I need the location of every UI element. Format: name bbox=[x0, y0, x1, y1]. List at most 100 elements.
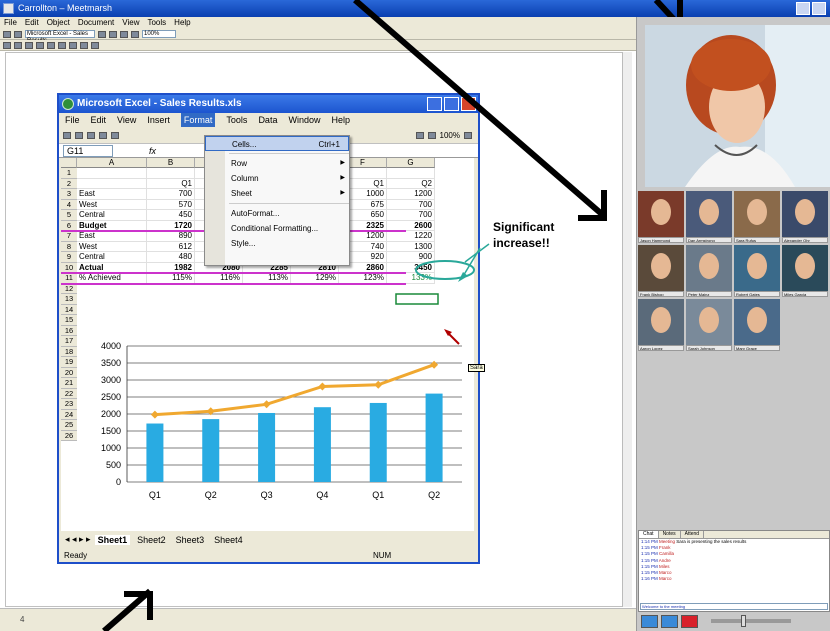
row-header[interactable]: 1 bbox=[61, 168, 77, 179]
print-icon[interactable] bbox=[99, 131, 107, 139]
excel-menu-window[interactable]: Window bbox=[288, 113, 320, 127]
table-cell[interactable]: East bbox=[77, 231, 147, 242]
row-header[interactable]: 22 bbox=[61, 388, 77, 399]
next-page-icon[interactable] bbox=[109, 30, 117, 38]
participant-name[interactable]: Miles Garcia bbox=[782, 291, 828, 297]
row-header[interactable]: 8 bbox=[61, 241, 77, 252]
row-header[interactable]: 20 bbox=[61, 367, 77, 378]
table-cell[interactable]: 700 bbox=[387, 199, 435, 210]
menu-document[interactable]: Document bbox=[78, 17, 114, 29]
row-header[interactable]: 2 bbox=[61, 178, 77, 189]
table-cell[interactable]: West bbox=[77, 241, 147, 252]
zoom-combo[interactable]: 100% bbox=[142, 30, 176, 38]
table-cell[interactable]: 612 bbox=[147, 241, 195, 252]
tab-chat[interactable]: Chat bbox=[639, 531, 659, 538]
sheet-tab-4[interactable]: Sheet4 bbox=[211, 535, 246, 545]
participant-name[interactable]: Dan Armstrong bbox=[686, 237, 732, 243]
excel-menu-insert[interactable]: Insert bbox=[147, 113, 170, 127]
menu-view[interactable]: View bbox=[122, 17, 139, 29]
participant-video[interactable] bbox=[782, 245, 828, 292]
participant-video[interactable] bbox=[686, 191, 732, 238]
excel-menu-help[interactable]: Help bbox=[331, 113, 350, 127]
participant-video[interactable] bbox=[734, 191, 780, 238]
excel-close-button[interactable] bbox=[461, 97, 476, 111]
column-header-b[interactable]: B bbox=[147, 158, 195, 168]
row-header[interactable]: 13 bbox=[61, 294, 77, 305]
excel-menu-edit[interactable]: Edit bbox=[91, 113, 107, 127]
menu-edit[interactable]: Edit bbox=[25, 17, 39, 29]
format-menu-item[interactable]: Row ▶ bbox=[205, 156, 349, 171]
table-cell[interactable] bbox=[147, 168, 195, 179]
excel-menu-file[interactable]: File bbox=[65, 113, 80, 127]
chart-wizard-icon[interactable] bbox=[427, 131, 436, 139]
participant-name[interactable]: Sarah Johnson bbox=[686, 345, 732, 351]
excel-window[interactable]: Microsoft Excel - Sales Results.xls File… bbox=[57, 93, 490, 564]
format-menu-item[interactable]: AutoFormat... bbox=[205, 206, 349, 221]
chat-panel[interactable]: Chat Notes Attend 1:14 PM Meeting Sara i… bbox=[638, 530, 830, 612]
table-cell[interactable]: Central bbox=[77, 252, 147, 263]
name-box[interactable]: G11 bbox=[63, 144, 113, 157]
format-menu-dropdown[interactable]: Cells... Ctrl+1 Row ▶ Column ▶ Sheet ▶ AutoForma… bbox=[204, 135, 350, 266]
table-cell[interactable] bbox=[387, 168, 435, 179]
volume-slider[interactable] bbox=[711, 615, 791, 627]
pointer-tool-icon[interactable] bbox=[3, 41, 11, 49]
excel-menu-tools[interactable]: Tools bbox=[226, 113, 247, 127]
participant-video[interactable] bbox=[734, 245, 780, 292]
excel-minimize-button[interactable] bbox=[427, 97, 442, 111]
table-cell[interactable]: 700 bbox=[387, 210, 435, 221]
table-cell[interactable] bbox=[77, 178, 147, 189]
minimize-button[interactable] bbox=[796, 2, 810, 15]
close-button[interactable] bbox=[812, 2, 826, 15]
camera-button[interactable] bbox=[641, 614, 658, 628]
participant-video[interactable] bbox=[638, 245, 684, 292]
table-cell[interactable]: 890 bbox=[147, 231, 195, 242]
table-cell[interactable]: 700 bbox=[147, 189, 195, 200]
table-cell[interactable]: 480 bbox=[147, 252, 195, 263]
zoom-in-icon[interactable] bbox=[120, 30, 128, 38]
open-icon[interactable] bbox=[3, 30, 11, 38]
participant-name[interactable]: Peter Mainz bbox=[686, 291, 732, 297]
participant-name[interactable]: Sara Rufus bbox=[734, 237, 780, 243]
ellipse-tool-icon[interactable] bbox=[58, 41, 66, 49]
sheet-nav-arrows[interactable]: ◂ ◂ ▸ ▸ bbox=[65, 534, 91, 545]
color-picker-icon[interactable] bbox=[91, 41, 99, 49]
table-cell[interactable]: 1220 bbox=[387, 231, 435, 242]
microphone-button[interactable] bbox=[661, 614, 678, 628]
table-cell[interactable]: Q2 bbox=[387, 178, 435, 189]
chat-input[interactable]: Welcome to the meeting bbox=[640, 603, 828, 610]
arrow-tool-icon[interactable] bbox=[36, 41, 44, 49]
table-cell[interactable] bbox=[77, 168, 147, 179]
participant-name[interactable]: Aaron Lopez bbox=[638, 345, 684, 351]
tab-notes[interactable]: Notes bbox=[659, 531, 681, 538]
row-header[interactable]: 9 bbox=[61, 252, 77, 263]
tab-attend[interactable]: Attend bbox=[681, 531, 705, 538]
row-header[interactable]: 7 bbox=[61, 231, 77, 242]
participant-video[interactable] bbox=[638, 191, 684, 238]
table-cell[interactable]: West bbox=[77, 199, 147, 210]
row-header[interactable]: 18 bbox=[61, 346, 77, 357]
excel-maximize-button[interactable] bbox=[444, 97, 459, 111]
participant-video[interactable] bbox=[638, 299, 684, 346]
row-header[interactable]: 3 bbox=[61, 189, 77, 200]
line-tool-icon[interactable] bbox=[25, 41, 33, 49]
sort-icon[interactable] bbox=[415, 131, 424, 139]
volume-slider-knob[interactable] bbox=[741, 615, 746, 627]
participant-name[interactable]: Frank Bishop bbox=[638, 291, 684, 297]
table-cell[interactable]: Central bbox=[77, 210, 147, 221]
canvas-scrollbar[interactable] bbox=[622, 52, 632, 607]
participant-name[interactable]: Alexander Ohr bbox=[782, 237, 828, 243]
row-header[interactable]: 26 bbox=[61, 430, 77, 441]
format-menu-item[interactable]: Style... bbox=[205, 236, 349, 251]
format-menu-item[interactable]: Column ▶ bbox=[205, 171, 349, 186]
row-header[interactable]: 24 bbox=[61, 409, 77, 420]
row-header[interactable]: 16 bbox=[61, 325, 77, 336]
sheet-tab-1[interactable]: Sheet1 bbox=[94, 534, 131, 545]
excel-zoom[interactable]: 100% bbox=[440, 131, 460, 140]
table-cell[interactable]: 570 bbox=[147, 199, 195, 210]
rectangle-tool-icon[interactable] bbox=[47, 41, 55, 49]
participant-name[interactable]: Robert Gates bbox=[734, 291, 780, 297]
new-icon[interactable] bbox=[63, 131, 71, 139]
menu-tools[interactable]: Tools bbox=[147, 17, 166, 29]
excel-menu-format[interactable]: Format bbox=[180, 113, 216, 127]
sheet-tab-2[interactable]: Sheet2 bbox=[134, 535, 169, 545]
